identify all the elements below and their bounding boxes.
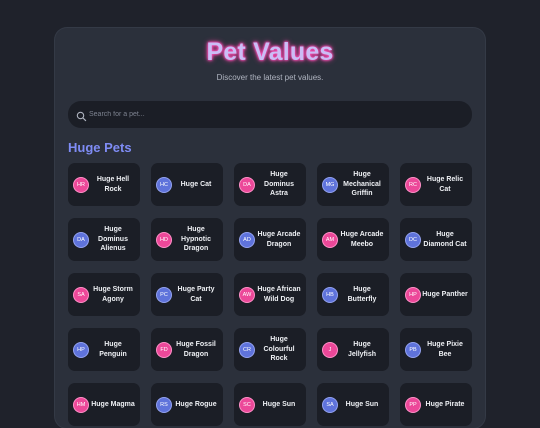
pet-avatar: PC (157, 287, 171, 302)
pet-card[interactable]: HC Huge Cat (151, 163, 223, 206)
pet-name: Huge African Wild Dog (257, 286, 301, 303)
page-title: Pet Values (206, 38, 334, 66)
pet-card[interactable]: HR Huge Hell Rock (68, 163, 140, 206)
search-icon (76, 109, 87, 122)
pet-avatar: HR (74, 177, 88, 192)
pet-card[interactable]: HD Huge Hypnotic Dragon (151, 218, 223, 261)
pet-avatar: PB (406, 342, 420, 357)
pet-avatar: RC (406, 177, 420, 192)
pet-avatar: HB (323, 287, 337, 302)
pet-name: Huge Storm Agony (93, 286, 133, 303)
pet-card[interactable]: HP Huge Panther (400, 273, 472, 316)
pet-card[interactable]: MG Huge Mechanical Griffin (317, 163, 389, 206)
pet-name: Huge Arcade Meebo (340, 231, 384, 248)
pet-card[interactable]: DA Huge Dominus Alienus (68, 218, 140, 261)
pet-name: Huge Arcade Dragon (257, 231, 301, 248)
pet-card[interactable]: J Huge Jellyfish (317, 328, 389, 371)
pet-card[interactable]: RC Huge Relic Cat (400, 163, 472, 206)
pet-card[interactable]: FD Huge Fossil Dragon (151, 328, 223, 371)
pet-card[interactable]: PC Huge Party Cat (151, 273, 223, 316)
pet-avatar: HD (157, 232, 171, 247)
pet-card[interactable]: CR Huge Colourful Rock (234, 328, 306, 371)
pet-card[interactable]: HB Huge Butterfly (317, 273, 389, 316)
pet-name: Huge Dominus Alienus (98, 226, 128, 253)
pet-avatar: J (323, 342, 337, 357)
pet-name: Huge Colourful Rock (263, 336, 295, 363)
pet-avatar: HC (157, 177, 171, 192)
pet-card[interactable]: DA Huge Dominus Astra (234, 163, 306, 206)
pet-avatar: HP (74, 342, 88, 357)
pet-avatar: DA (240, 177, 254, 192)
pet-card[interactable]: DC Huge Diamond Cat (400, 218, 472, 261)
pet-card[interactable]: AW Huge African Wild Dog (234, 273, 306, 316)
pet-name: Huge Pixie Bee (427, 341, 463, 358)
pet-name: Huge Fossil Dragon (176, 341, 216, 358)
pet-avatar: SA (74, 287, 88, 302)
pet-name: Huge Butterfly (347, 286, 377, 303)
pet-name: Huge Jellyfish (347, 341, 376, 358)
search-input[interactable] (88, 101, 459, 128)
pet-avatar: AM (323, 232, 337, 247)
pet-card[interactable]: SA Huge Storm Agony (68, 273, 140, 316)
pet-name: Huge Hell Rock (96, 176, 130, 193)
pet-name: Huge Panther (422, 290, 468, 298)
pet-avatar: DC (406, 232, 420, 247)
pet-avatar: AD (240, 232, 254, 247)
pet-grid: HR Huge Hell Rock HC Huge Cat DA Huge Dominus… (68, 163, 472, 426)
pet-name: Huge Mechanical Griffin (343, 171, 381, 198)
pet-avatar: AW (240, 287, 254, 302)
pet-avatar: MG (323, 177, 337, 192)
pet-card[interactable]: AM Huge Arcade Meebo (317, 218, 389, 261)
pet-avatar: HP (406, 287, 420, 302)
section-title: Huge Pets (68, 140, 132, 155)
pet-card[interactable]: AD Huge Arcade Dragon (234, 218, 306, 261)
pet-avatar: DA (74, 232, 88, 247)
pet-name: Huge Penguin (99, 341, 127, 358)
pet-name: Huge Party Cat (177, 286, 215, 303)
pet-name: Huge Diamond Cat (423, 231, 467, 248)
pet-name: Huge Dominus Astra (264, 171, 294, 198)
pet-name: Huge Cat (180, 180, 212, 188)
search-bar[interactable] (68, 101, 472, 128)
pet-name: Huge Relic Cat (426, 176, 464, 193)
pet-avatar: FD (157, 342, 171, 357)
pet-card[interactable]: PB Huge Pixie Bee (400, 328, 472, 371)
page-subtitle: Discover the latest pet values. (216, 73, 324, 82)
pet-avatar: CR (240, 342, 254, 357)
pet-name: Huge Hypnotic Dragon (181, 226, 211, 253)
pet-card[interactable]: HP Huge Penguin (68, 328, 140, 371)
